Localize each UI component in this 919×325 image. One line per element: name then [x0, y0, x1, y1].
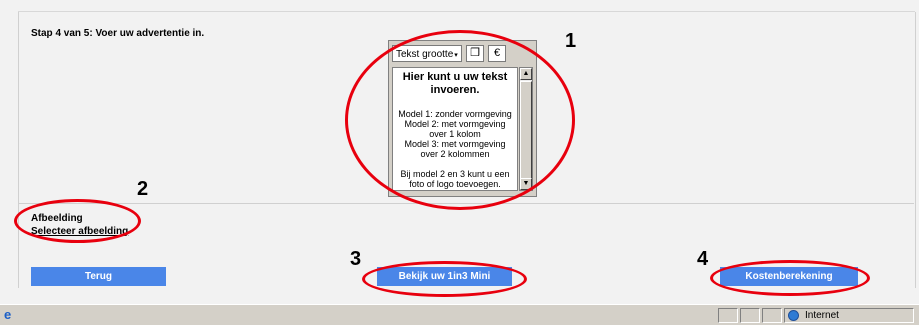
- globe-icon: [788, 310, 799, 321]
- status-cell: [762, 308, 782, 323]
- annotation-number-3: 3: [350, 248, 362, 270]
- annotation-circle-3: [362, 261, 527, 297]
- annotation-circle-2: [14, 199, 141, 243]
- annotation-circle-1: [345, 30, 575, 210]
- annotation-number-1: 1: [565, 30, 577, 52]
- zone-label: Internet: [805, 310, 839, 321]
- annotation-circle-4: [710, 260, 870, 296]
- browser-statusbar: e Internet: [0, 304, 919, 325]
- step-title: Stap 4 van 5: Voer uw advertentie in.: [31, 28, 205, 39]
- status-cell: [718, 308, 738, 323]
- page: Stap 4 van 5: Voer uw advertentie in. Te…: [0, 0, 919, 325]
- annotation-number-4: 4: [697, 248, 709, 270]
- status-cell: [740, 308, 760, 323]
- internet-explorer-icon: e: [4, 307, 12, 322]
- annotation-number-2: 2: [137, 178, 149, 200]
- zone-cell: Internet: [784, 308, 914, 323]
- back-button[interactable]: Terug: [31, 267, 166, 286]
